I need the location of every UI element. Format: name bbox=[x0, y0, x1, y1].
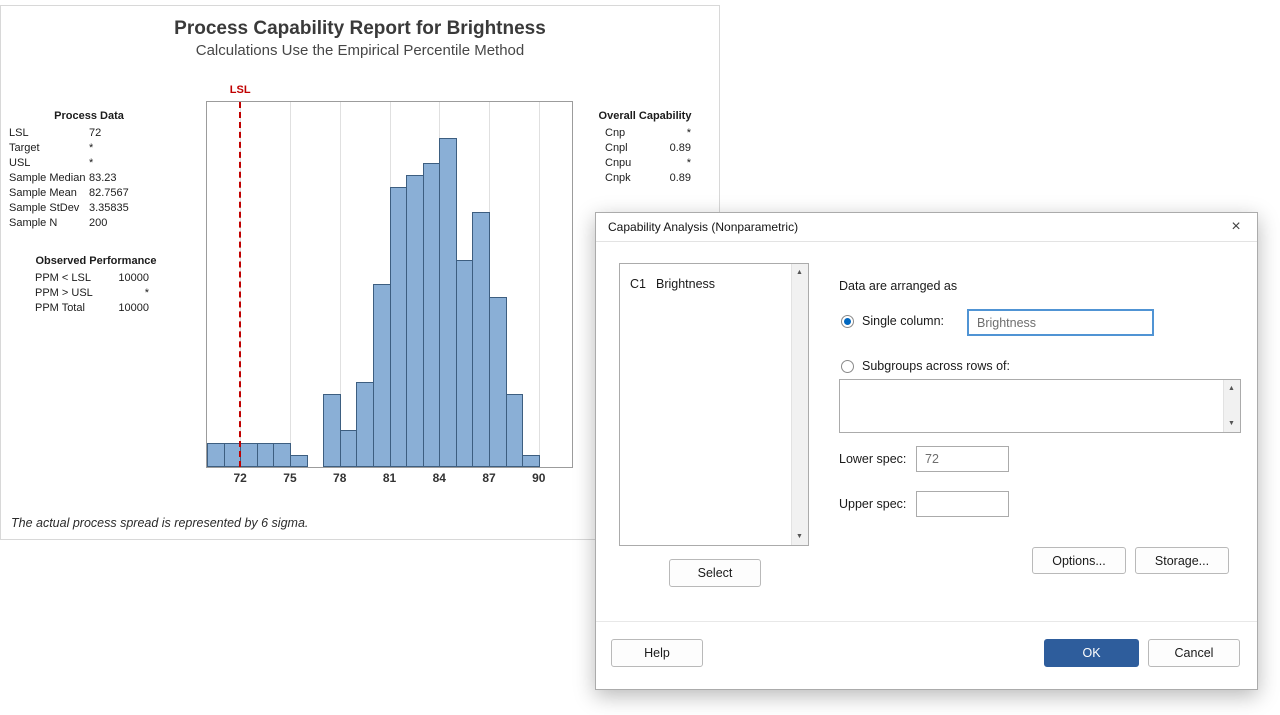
histogram-bar bbox=[456, 260, 473, 467]
dialog-titlebar[interactable]: Capability Analysis (Nonparametric) bbox=[596, 213, 1257, 242]
page-title: Process Capability Report for Brightness bbox=[1, 18, 719, 40]
histogram-bar bbox=[356, 382, 374, 467]
histogram-bar bbox=[373, 284, 391, 467]
storage-button[interactable]: Storage... bbox=[1135, 547, 1229, 574]
stat-row: Cnp* bbox=[591, 126, 699, 141]
x-tick-labels: 72 75 78 81 84 87 90 bbox=[206, 471, 573, 487]
subgroups-box: ▲ ▼ bbox=[839, 379, 1241, 433]
process-data-panel: Process Data LSL72Target*USL*Sample Medi… bbox=[9, 109, 169, 231]
stat-row: Sample Mean82.7567 bbox=[9, 186, 169, 201]
histogram-bar bbox=[506, 394, 523, 467]
stat-row: Sample N200 bbox=[9, 216, 169, 231]
histogram-bar bbox=[522, 455, 540, 467]
overall-capability-rows: Cnp*Cnpl0.89Cnpu*Cnpk0.89 bbox=[591, 126, 699, 186]
select-button[interactable]: Select bbox=[669, 559, 761, 587]
histogram-bar bbox=[207, 443, 225, 467]
subgroups-scrollbar[interactable]: ▲ ▼ bbox=[1223, 380, 1240, 432]
help-button[interactable]: Help bbox=[611, 639, 703, 667]
column-listbox[interactable]: C1 Brightness ▲ ▼ bbox=[619, 263, 809, 546]
stat-row: Sample Median83.23 bbox=[9, 171, 169, 186]
stat-row: Cnpl0.89 bbox=[591, 141, 699, 156]
histogram-bar bbox=[489, 297, 507, 467]
page-subtitle: Calculations Use the Empirical Percentil… bbox=[1, 42, 719, 59]
column-listbox-items: C1 Brightness bbox=[620, 264, 791, 545]
scroll-down-icon[interactable]: ▼ bbox=[1224, 415, 1239, 432]
x-tick-label: 78 bbox=[328, 471, 352, 485]
single-column-input[interactable] bbox=[967, 309, 1154, 336]
x-tick-label: 87 bbox=[477, 471, 501, 485]
upper-spec-input[interactable] bbox=[916, 491, 1009, 517]
listbox-scrollbar[interactable]: ▲ ▼ bbox=[791, 264, 808, 545]
upper-spec-label: Upper spec: bbox=[839, 497, 906, 511]
process-data-rows: LSL72Target*USL*Sample Median83.23Sample… bbox=[9, 126, 169, 231]
single-column-option: Single column: bbox=[841, 314, 944, 328]
capability-analysis-dialog: Capability Analysis (Nonparametric) × C1… bbox=[595, 212, 1258, 690]
lsl-line bbox=[239, 102, 241, 467]
stat-row: LSL72 bbox=[9, 126, 169, 141]
dialog-title: Capability Analysis (Nonparametric) bbox=[608, 220, 798, 234]
observed-performance-header: Observed Performance bbox=[21, 254, 171, 269]
x-tick-label: 75 bbox=[278, 471, 302, 485]
stat-row: PPM < LSL10000 bbox=[21, 271, 171, 286]
subgroups-radio[interactable] bbox=[841, 360, 854, 373]
lower-spec-label: Lower spec: bbox=[839, 452, 906, 466]
histogram-bar bbox=[340, 430, 357, 467]
x-tick-label: 90 bbox=[527, 471, 551, 485]
dialog-separator bbox=[596, 621, 1257, 622]
histogram-bar bbox=[240, 443, 258, 467]
observed-performance-panel: Observed Performance PPM < LSL10000PPM >… bbox=[21, 254, 171, 316]
stat-row: Cnpu* bbox=[591, 156, 699, 171]
gridline bbox=[539, 102, 540, 467]
histogram-bar bbox=[439, 138, 457, 467]
histogram-bar bbox=[390, 187, 407, 467]
histogram-bar bbox=[257, 443, 274, 467]
single-column-radio[interactable] bbox=[841, 315, 854, 328]
column-name: Brightness bbox=[656, 277, 715, 291]
subgroups-textarea[interactable] bbox=[840, 380, 1223, 432]
cancel-button[interactable]: Cancel bbox=[1148, 639, 1240, 667]
process-data-header: Process Data bbox=[9, 109, 169, 124]
stat-row: Cnpk0.89 bbox=[591, 171, 699, 186]
scroll-down-icon[interactable]: ▼ bbox=[792, 528, 807, 545]
single-column-label[interactable]: Single column: bbox=[862, 314, 944, 328]
x-tick-label: 81 bbox=[378, 471, 402, 485]
x-tick-label: 84 bbox=[427, 471, 451, 485]
stat-row: Target* bbox=[9, 141, 169, 156]
close-button[interactable]: × bbox=[1215, 213, 1257, 241]
histogram-bar bbox=[406, 175, 424, 467]
scroll-up-icon[interactable]: ▲ bbox=[1224, 380, 1239, 397]
options-button[interactable]: Options... bbox=[1032, 547, 1126, 574]
column-id: C1 bbox=[630, 277, 656, 291]
close-icon: × bbox=[1231, 218, 1240, 236]
gridline bbox=[290, 102, 291, 467]
observed-performance-rows: PPM < LSL10000PPM > USL*PPM Total10000 bbox=[21, 271, 171, 316]
ok-button[interactable]: OK bbox=[1044, 639, 1139, 667]
histogram-bar bbox=[323, 394, 341, 467]
overall-capability-header: Overall Capability bbox=[591, 109, 699, 124]
stat-row: PPM Total10000 bbox=[21, 301, 171, 316]
histogram-bar bbox=[290, 455, 308, 467]
report-footnote: The actual process spread is represented… bbox=[11, 516, 308, 530]
data-arranged-label: Data are arranged as bbox=[839, 279, 957, 293]
lsl-label: LSL bbox=[228, 84, 252, 96]
stat-row: USL* bbox=[9, 156, 169, 171]
subgroups-label[interactable]: Subgroups across rows of: bbox=[862, 359, 1010, 373]
histogram-bar bbox=[273, 443, 291, 467]
scroll-up-icon[interactable]: ▲ bbox=[792, 264, 807, 281]
histogram-bar bbox=[423, 163, 440, 467]
listbox-item-c1[interactable]: C1 Brightness bbox=[630, 277, 791, 291]
histogram-bar bbox=[472, 212, 490, 467]
histogram-plot bbox=[206, 101, 573, 468]
subgroups-option: Subgroups across rows of: bbox=[841, 359, 1010, 373]
x-tick-label: 72 bbox=[228, 471, 252, 485]
overall-capability-panel: Overall Capability Cnp*Cnpl0.89Cnpu*Cnpk… bbox=[591, 109, 699, 186]
stat-row: Sample StDev3.35835 bbox=[9, 201, 169, 216]
lower-spec-input[interactable] bbox=[916, 446, 1009, 472]
stat-row: PPM > USL* bbox=[21, 286, 171, 301]
